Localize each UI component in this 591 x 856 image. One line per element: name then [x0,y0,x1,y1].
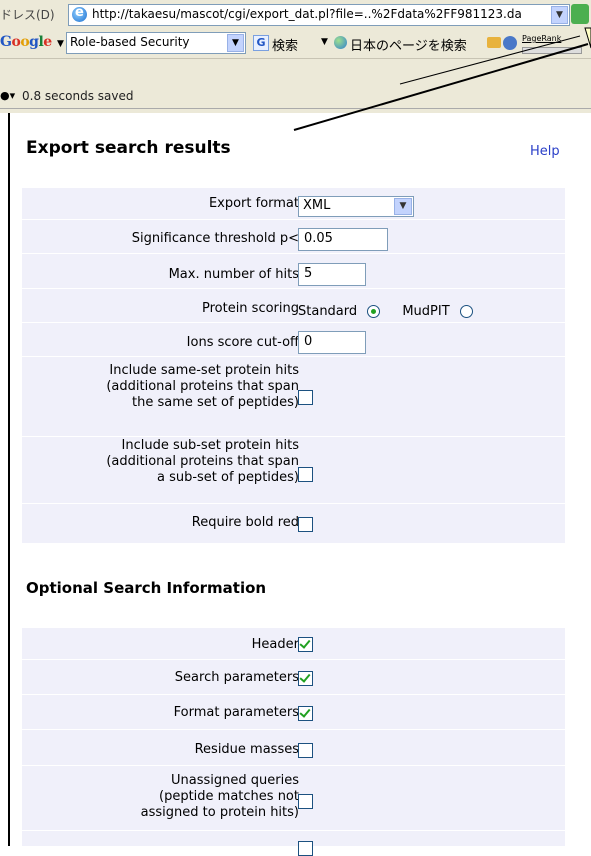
address-bar-row: ドレス(D) http://takaesu/mascot/cgi/export_… [0,0,591,29]
protein-scoring-options: Standard MudPIT [298,301,473,320]
scoring-standard-label: Standard [298,304,358,319]
sub-set-label-line-2: (additional proteins that span [106,454,299,469]
google-search-dropdown-icon[interactable]: ▼ [227,34,244,52]
ions-cutoff-row: Ions score cut-off 0 [22,323,565,357]
same-set-checkbox[interactable] [298,390,313,405]
sub-set-checkbox[interactable] [298,467,313,482]
search-menu-dropdown-icon[interactable]: ▼ [321,37,328,47]
unassigned-row: Unassigned queries (peptide matches not … [22,766,565,831]
scoring-mudpit-radio[interactable] [459,305,473,318]
header-label: Header [251,637,299,652]
export-format-label: Export format [208,196,299,211]
chevron-down-icon[interactable]: ▼ [394,198,412,215]
address-label: ドレス(D) [0,8,55,22]
export-options-table: Export format XML ▼ Significance thresho… [22,188,565,543]
export-format-select[interactable]: XML ▼ [298,196,414,217]
google-menu-dropdown-icon[interactable]: ▼ [57,39,64,49]
bold-red-row: Require bold red [22,504,565,543]
google-toolbar: Google ▼ Role-based Security ▼ G 検索 ▼ 日本… [0,28,591,59]
google-search-input[interactable]: Role-based Security ▼ [66,32,246,54]
pagerank-label[interactable]: PageRank [522,34,578,48]
bold-red-checkbox[interactable] [298,517,313,532]
protein-scoring-label: Protein scoring [201,301,299,316]
optional-options-table: Header Search parameters Format paramete… [22,628,565,856]
unassigned-label: Unassigned queries (peptide matches not … [141,773,299,821]
search-params-label: Search parameters [174,670,299,685]
same-set-label-line-2: (additional proteins that span [106,379,299,394]
pagerank-icon [503,36,517,50]
url-text: http://takaesu/mascot/cgi/export_dat.pl?… [92,7,522,21]
format-params-row: Format parameters [22,695,565,730]
sub-set-label: Include sub-set protein hits (additional… [106,438,299,486]
unassigned-label-line-1: Unassigned queries [171,773,299,788]
sub-set-label-line-3: a sub-set of peptides) [156,470,299,485]
export-format-row: Export format XML ▼ [22,188,565,220]
unassigned-label-line-2: (peptide matches not [159,789,299,804]
ions-cutoff-value: 0 [304,334,313,349]
pagerank-bar [522,47,582,54]
sub-set-label-line-1: Include sub-set protein hits [121,438,299,453]
optional-section-title: Optional Search Information [26,579,267,597]
sub-set-row: Include sub-set protein hits (additional… [22,437,565,504]
unassigned-label-line-3: assigned to protein hits) [140,805,299,820]
google-g-icon[interactable]: G [253,35,269,51]
threshold-row: Significance threshold p< 0.05 [22,220,565,254]
max-hits-row: Max. number of hits 5 [22,254,565,289]
browser-chrome: ドレス(D) http://takaesu/mascot/cgi/export_… [0,0,591,113]
next-option-row [22,831,565,856]
page-frame-border [8,113,10,846]
max-hits-input[interactable]: 5 [298,263,366,286]
unassigned-checkbox[interactable] [298,794,313,809]
threshold-input[interactable]: 0.05 [298,228,388,251]
threshold-value: 0.05 [304,231,333,246]
google-search-button[interactable]: 検索 [272,35,298,54]
google-search-value: Role-based Security [70,35,190,49]
format-params-label: Format parameters [173,705,299,720]
blocker-dropdown-icon[interactable]: ●▾ [0,89,15,102]
folder-icon[interactable] [487,37,501,48]
japanese-search-button[interactable]: 日本のページを検索 [350,35,467,54]
next-option-checkbox[interactable] [298,841,313,856]
scoring-mudpit-label: MudPIT [402,304,450,319]
scoring-standard-radio[interactable] [367,305,381,318]
protein-scoring-row: Protein scoring Standard MudPIT [22,289,565,323]
go-button[interactable] [571,4,589,24]
globe-icon [334,36,347,49]
help-link[interactable]: Help [530,144,560,159]
search-params-row: Search parameters [22,660,565,695]
ions-cutoff-input[interactable]: 0 [298,331,366,354]
bold-red-label: Require bold red [191,515,299,530]
same-set-label: Include same-set protein hits (additiona… [106,363,299,411]
format-params-checkbox[interactable] [298,706,313,721]
ie-page-icon [72,5,87,22]
same-set-label-line-1: Include same-set protein hits [109,363,299,378]
google-logo[interactable]: Google [0,34,52,50]
popup-blocker-bar: ●▾ 0.8 seconds saved [0,84,591,109]
same-set-row: Include same-set protein hits (additiona… [22,357,565,437]
header-checkbox[interactable] [298,637,313,652]
header-row: Header [22,628,565,660]
address-dropdown-icon[interactable]: ▼ [551,6,568,24]
page-title: Export search results [26,138,231,158]
max-hits-value: 5 [304,266,313,281]
same-set-label-line-3: the same set of peptides) [132,395,299,410]
ions-cutoff-label: Ions score cut-off [186,335,299,350]
blocker-status-text: 0.8 seconds saved [22,89,134,103]
export-format-value: XML [303,198,331,213]
residue-masses-label: Residue masses [194,742,299,757]
threshold-label: Significance threshold p< [131,231,299,246]
address-input[interactable]: http://takaesu/mascot/cgi/export_dat.pl?… [68,4,570,26]
max-hits-label: Max. number of hits [168,267,299,282]
residue-masses-checkbox[interactable] [298,743,313,758]
residue-masses-row: Residue masses [22,730,565,766]
search-params-checkbox[interactable] [298,671,313,686]
